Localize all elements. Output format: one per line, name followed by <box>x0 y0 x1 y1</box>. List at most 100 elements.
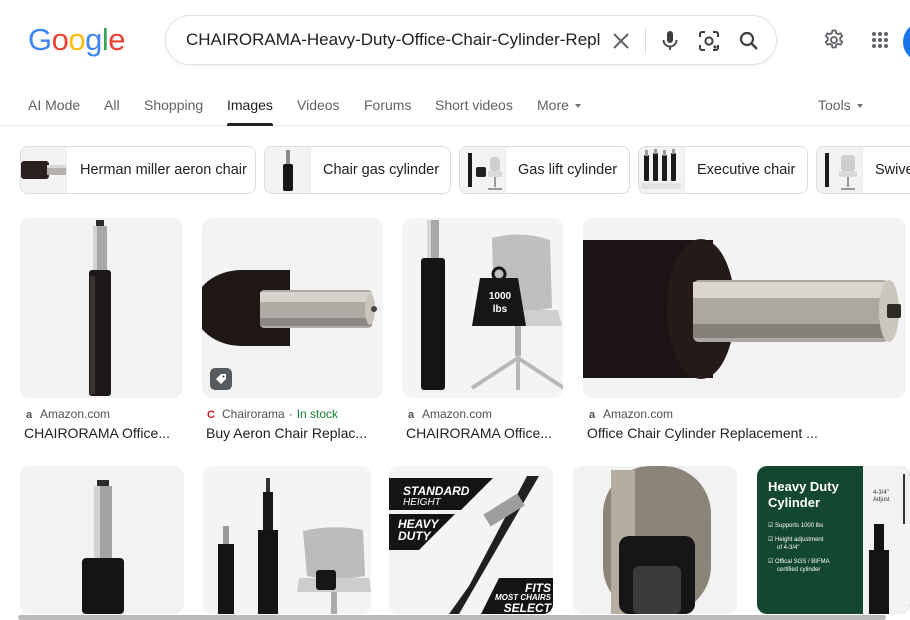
search-icon[interactable] <box>736 28 762 54</box>
lens-icon[interactable] <box>696 28 722 54</box>
horizontal-scrollbar[interactable] <box>18 615 886 620</box>
related-chip[interactable]: Executive chair <box>638 146 808 194</box>
gear-icon[interactable] <box>821 27 847 53</box>
source-name: Chairorama <box>222 407 285 421</box>
chairorama-favicon-icon: C <box>207 409 215 421</box>
search-divider <box>645 28 646 54</box>
select-text: SELECT <box>503 601 551 614</box>
tab-more-label: More <box>537 97 569 113</box>
result-caption[interactable]: CHAIRORAMA Office... <box>24 425 184 441</box>
cylinder-shaft <box>874 524 884 552</box>
tab-more[interactable]: More <box>537 97 581 113</box>
chip-label: Herman miller aeron chair <box>80 162 247 178</box>
result-image[interactable] <box>573 466 737 614</box>
cylinder-panel: 4-3/4" Adjust <box>863 466 910 614</box>
feature-text: Offical SGS / BIFMA <box>775 559 830 565</box>
result-image[interactable]: Heavy Duty Cylinder ☑ Supports 1000 lbs ☑… <box>757 466 910 614</box>
weight-unit: lbs <box>492 304 508 315</box>
image-result[interactable] <box>203 466 371 614</box>
logo-letter: G <box>28 22 52 57</box>
source-name: Amazon.com <box>422 407 493 421</box>
result-caption[interactable]: Office Chair Cylinder Replacement ... <box>587 425 905 441</box>
chip-thumbnail <box>460 147 506 193</box>
apps-grid-icon[interactable] <box>867 27 893 53</box>
google-logo[interactable]: Google <box>28 22 126 58</box>
weight-value: 1000 <box>488 291 512 302</box>
result-caption[interactable]: CHAIRORAMA Office... <box>406 425 563 441</box>
feature-text: certified cylinder <box>777 567 821 573</box>
image-result[interactable] <box>20 466 184 614</box>
adjust-word: Adjust <box>873 497 890 503</box>
logo-letter: o <box>51 22 69 57</box>
logo-letter: o <box>68 22 86 57</box>
result-source[interactable]: a Amazon.com <box>24 407 110 421</box>
tab-shopping[interactable]: Shopping <box>144 97 203 113</box>
image-result[interactable]: C Chairorama · In stock Buy Aeron Chair Rep… <box>202 218 383 448</box>
result-image[interactable] <box>202 218 383 398</box>
search-input[interactable]: CHAIRORAMA-Heavy-Duty-Office-Chair-Cylin… <box>186 30 600 50</box>
tab-short-videos[interactable]: Short videos <box>435 97 513 113</box>
result-source[interactable]: C Chairorama · In stock <box>206 407 338 421</box>
amazon-favicon-icon: a <box>407 409 415 421</box>
fits-most-label: FITS MOST CHAIRS SELECT <box>495 582 551 614</box>
tab-images[interactable]: Images <box>227 97 273 113</box>
close-icon[interactable] <box>608 28 634 54</box>
result-caption[interactable]: Buy Aeron Chair Replac... <box>206 425 383 441</box>
chevron-down-icon <box>856 104 863 109</box>
search-box[interactable]: CHAIRORAMA-Heavy-Duty-Office-Chair-Cylin… <box>165 15 777 65</box>
result-image[interactable]: STANDARD HEIGHT HEAVY DUTY FITS MOST CHAIRS… <box>389 466 553 614</box>
title-line-1: Heavy Duty <box>768 479 839 494</box>
related-chip[interactable]: Chair gas cylinder <box>264 146 451 194</box>
tools-label: Tools <box>818 97 851 113</box>
result-image[interactable] <box>20 218 182 398</box>
related-chip[interactable]: Herman miller aeron chair <box>20 146 256 194</box>
amazon-favicon-icon: a <box>588 409 596 421</box>
feature-text: Height adjustment <box>775 537 824 543</box>
image-result[interactable]: 1000 lbs a Amazon.com CHAIRORAMA Office... <box>402 218 563 448</box>
tab-all[interactable]: All <box>104 97 120 113</box>
feature-list: ☑ Supports 1000 lbs ☑ Height adjustment o… <box>768 522 830 574</box>
feature-text: of 4-3/4" <box>777 545 800 551</box>
separator-dot: · <box>288 407 293 421</box>
feature-item: ☑ Offical SGS / BIFMA certified cylinder <box>768 559 830 573</box>
chip-label: Executive chair <box>697 162 796 178</box>
result-source[interactable]: a Amazon.com <box>406 407 492 421</box>
title-line-2: Cylinder <box>768 495 821 510</box>
heavy-duty-title: Heavy Duty Cylinder <box>768 479 839 511</box>
image-result[interactable] <box>573 466 737 614</box>
result-image[interactable] <box>203 466 371 614</box>
chip-label: Swive <box>875 162 910 178</box>
chevron-down-icon <box>574 104 581 109</box>
chip-label: Chair gas cylinder <box>323 162 440 178</box>
result-source[interactable]: a Amazon.com <box>587 407 673 421</box>
heavy-duty-label: HEAVY DUTY <box>398 518 438 542</box>
related-chip[interactable]: Swive <box>816 146 910 194</box>
image-result[interactable]: a Amazon.com CHAIRORAMA Office... <box>20 218 182 448</box>
tab-ai-mode[interactable]: AI Mode <box>28 97 80 113</box>
search-tabs: AI Mode All Shopping Images Videos Forum… <box>0 88 910 126</box>
avatar[interactable] <box>903 22 910 62</box>
stock-status: In stock <box>296 407 339 421</box>
source-name: Amazon.com <box>40 407 111 421</box>
source-name: Amazon.com <box>603 407 674 421</box>
tools-button[interactable]: Tools <box>818 97 863 113</box>
image-result[interactable]: STANDARD HEIGHT HEAVY DUTY FITS MOST CHAIRS… <box>389 466 553 614</box>
shopping-tag-icon <box>210 368 232 390</box>
image-result[interactable]: Heavy Duty Cylinder ☑ Supports 1000 lbs ☑… <box>757 466 910 614</box>
adjust-label: 4-3/4" Adjust <box>873 490 890 504</box>
tab-forums[interactable]: Forums <box>364 97 411 113</box>
feature-item: ☑ Height adjustment of 4-3/4" <box>768 536 830 552</box>
mic-icon[interactable] <box>657 28 683 54</box>
feature-text: Supports 1000 lbs <box>775 523 824 529</box>
amazon-favicon-icon: a <box>25 409 33 421</box>
tab-videos[interactable]: Videos <box>297 97 340 113</box>
logo-letter: e <box>108 22 126 57</box>
active-tab-indicator <box>227 123 273 126</box>
related-chip[interactable]: Gas lift cylinder <box>459 146 630 194</box>
result-image[interactable] <box>20 466 184 614</box>
duty-text: DUTY <box>398 529 431 543</box>
result-image[interactable] <box>583 218 906 398</box>
result-image[interactable]: 1000 lbs <box>402 218 563 398</box>
measure-line <box>903 474 905 524</box>
image-result[interactable]: a Amazon.com Office Chair Cylinder Replac… <box>583 218 906 448</box>
